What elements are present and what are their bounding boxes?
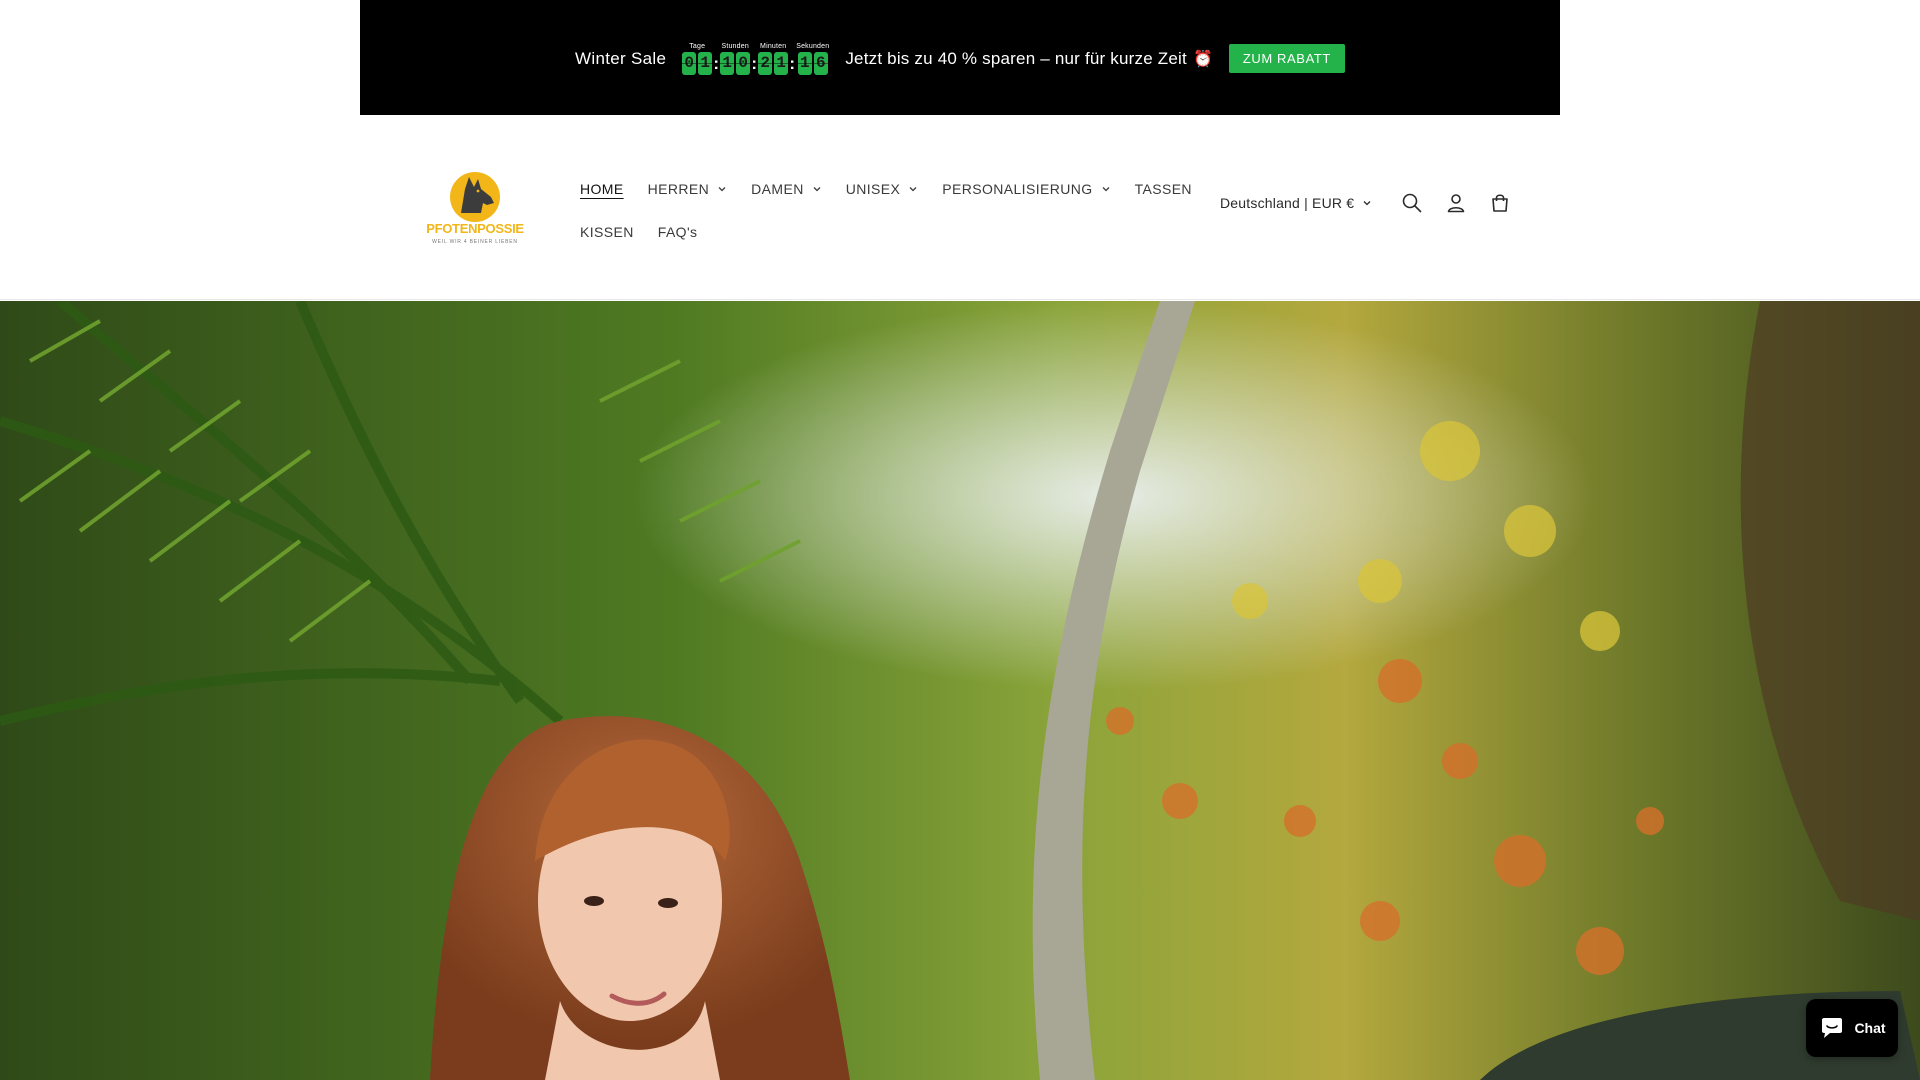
logo-brand-name: PFOTENPOSSIE <box>426 221 524 236</box>
countdown-digit: 1 <box>698 51 713 75</box>
zum-rabatt-button[interactable]: ZUM RABATT <box>1228 44 1345 73</box>
chat-label: Chat <box>1854 1020 1886 1036</box>
account-icon <box>1447 194 1465 213</box>
dog-logo-icon <box>450 172 500 222</box>
nav-item-label: FAQ's <box>657 223 698 240</box>
chat-bubble-icon <box>1822 1018 1843 1038</box>
account-button[interactable] <box>1434 181 1478 225</box>
countdown-timer: Tage 0 1 : Stunden 1 0 : Minuten 2 1: S… <box>682 43 829 75</box>
search-button[interactable] <box>1390 181 1434 225</box>
countdown-digit: 6 <box>813 51 828 75</box>
nav-item-label: DAMEN <box>751 180 804 197</box>
nav-item-kissen[interactable]: KISSEN <box>568 210 646 253</box>
countdown-minutes: Minuten 2 1 <box>758 42 789 75</box>
nav-item-personalisierung[interactable]: PERSONALISIERUNG <box>930 167 1122 210</box>
nav-row-secondary: KISSEN FAQ's <box>568 210 1148 253</box>
countdown-separator: : <box>751 53 758 73</box>
announcement-content: Winter Sale Tage 0 1 : Stunden 1 0 : Min… <box>575 43 1345 75</box>
countdown-digit: 1 <box>797 51 812 75</box>
countdown-hours-label: Stunden <box>721 42 749 50</box>
chevron-down-icon <box>1102 186 1110 191</box>
nav-item-herren[interactable]: HERREN <box>636 167 740 210</box>
countdown-digit: 0 <box>682 51 697 75</box>
nav-item-unisex[interactable]: UNISEX <box>834 167 931 210</box>
chevron-down-icon <box>1363 201 1371 206</box>
countdown-days-label: Tage <box>689 42 706 50</box>
cart-icon <box>1492 194 1509 212</box>
chevron-down-icon <box>718 186 726 191</box>
cart-button[interactable] <box>1478 181 1522 225</box>
nav-item-label: HERREN <box>647 180 710 197</box>
announcement-title: Winter Sale <box>575 48 667 68</box>
nav-item-label: UNISEX <box>845 180 901 197</box>
countdown-digit: 1 <box>720 51 735 75</box>
site-logo[interactable]: PFOTENPOSSIE WEIL WIR 4 BEINER LIEBEN <box>425 167 525 255</box>
hero-banner-image <box>0 301 1920 1080</box>
countdown-minutes-label: Minuten <box>760 42 787 50</box>
search-icon <box>1402 193 1422 213</box>
announcement-bar: Winter Sale Tage 0 1 : Stunden 1 0 : Min… <box>360 0 1560 115</box>
countdown-hours: Stunden 1 0 <box>720 42 751 75</box>
hero-photo <box>0 301 1920 1080</box>
nav-row-primary: HOME HERREN DAMEN UNISEX PERSONALISIERUNG TAS… <box>568 167 1192 210</box>
countdown-digit: 1 <box>774 51 789 75</box>
chat-button[interactable]: Chat <box>1806 999 1898 1057</box>
nav-item-home[interactable]: HOME <box>568 167 636 210</box>
main-navigation: HOME HERREN DAMEN UNISEX PERSONALISIERUNG TAS… <box>568 167 1192 253</box>
countdown-seconds: Sekunden 1 6 <box>796 43 829 75</box>
countdown-digit: 2 <box>758 51 773 75</box>
countdown-separator: : <box>789 53 796 73</box>
chevron-down-icon <box>813 186 821 191</box>
alarm-clock-icon: ⏰ <box>1192 50 1213 68</box>
chevron-down-icon <box>909 186 917 191</box>
nav-item-label: HOME <box>580 180 624 197</box>
site-header: PFOTENPOSSIE WEIL WIR 4 BEINER LIEBEN HO… <box>0 115 1920 300</box>
nav-item-damen[interactable]: DAMEN <box>739 167 834 210</box>
nav-item-label: KISSEN <box>580 223 634 240</box>
countdown-days: Tage 0 1 <box>682 42 713 75</box>
locale-label: Deutschland | EUR € <box>1220 195 1355 211</box>
nav-item-label: TASSEN <box>1134 180 1192 197</box>
nav-item-faq-s[interactable]: FAQ's <box>646 210 710 253</box>
logo-tagline: WEIL WIR 4 BEINER LIEBEN <box>432 239 518 245</box>
header-actions: Deutschland | EUR € <box>1220 183 1522 223</box>
nav-item-label: PERSONALISIERUNG <box>942 180 1093 197</box>
announcement-text: Jetzt bis zu 40 % sparen – nur für kurze… <box>845 48 1187 68</box>
countdown-digit: 0 <box>736 51 751 75</box>
country-currency-selector[interactable]: Deutschland | EUR € <box>1220 195 1372 211</box>
nav-item-tassen[interactable]: TASSEN <box>1123 167 1204 210</box>
countdown-separator: : <box>713 53 720 73</box>
countdown-seconds-label: Sekunden <box>796 42 830 50</box>
